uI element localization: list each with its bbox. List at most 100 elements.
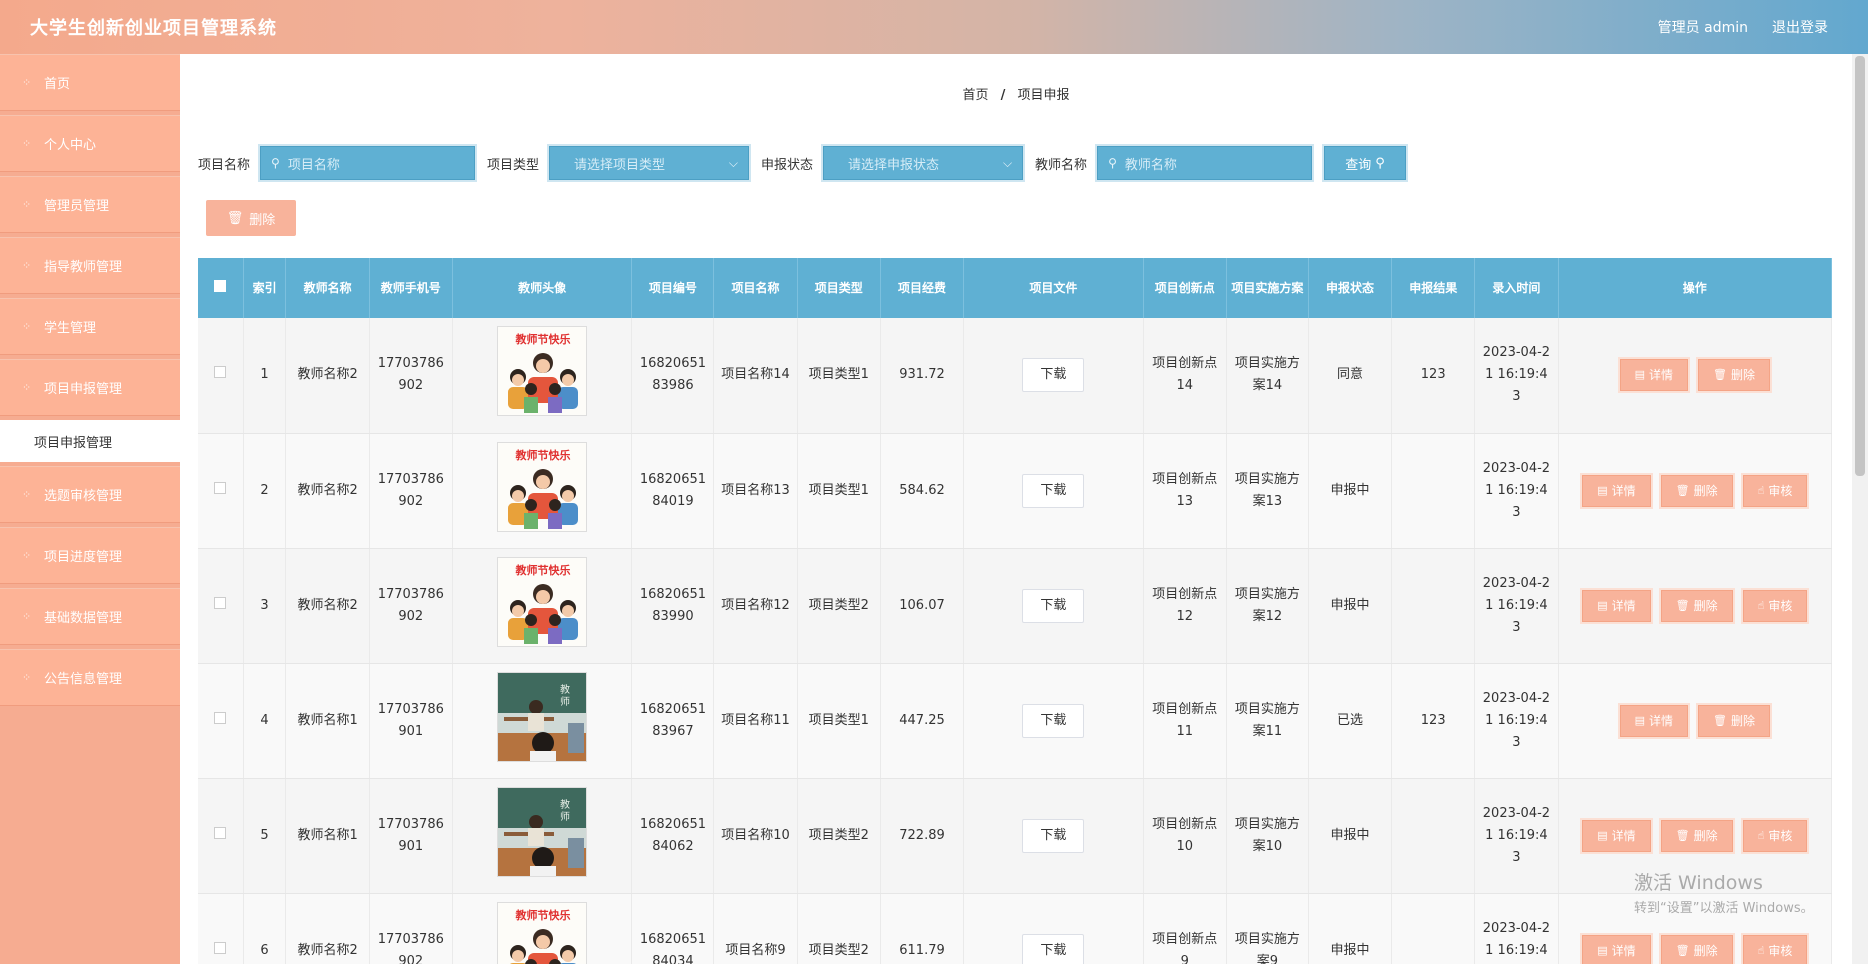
breadcrumb-home[interactable]: 首页 bbox=[962, 88, 988, 103]
review-label: 审核 bbox=[1768, 943, 1793, 958]
row-select-cell[interactable] bbox=[198, 433, 244, 549]
cell-teacher-avatar: 教师节快乐 bbox=[452, 893, 633, 964]
download-button[interactable]: 下载 bbox=[1022, 588, 1085, 623]
row-checkbox[interactable] bbox=[214, 826, 227, 839]
sidebar-item-project-apply[interactable]: ⁘ 项目申报管理 bbox=[0, 359, 180, 416]
download-button[interactable]: 下载 bbox=[1022, 703, 1085, 738]
cell-teacher-phone: 17703786902 bbox=[369, 548, 453, 664]
row-select-cell[interactable] bbox=[198, 778, 244, 894]
cell-entry-time: 2023-04-21 16:19:43 bbox=[1474, 663, 1559, 779]
download-button[interactable]: 下载 bbox=[1022, 358, 1085, 393]
project-type-placeholder: 请选择项目类型 bbox=[574, 157, 666, 173]
col-innovation: 项目创新点 bbox=[1143, 258, 1227, 318]
teacher-avatar-image[interactable]: 教师节快乐 bbox=[497, 556, 588, 647]
cell-result bbox=[1391, 548, 1476, 664]
row-checkbox[interactable] bbox=[214, 711, 227, 724]
row-actions: ▤ 详情 🗑︎ 删除 ☝︎ 审核 bbox=[1565, 819, 1825, 852]
detail-button[interactable]: ▤ 详情 bbox=[1619, 704, 1688, 737]
teacher-avatar-image[interactable]: 教师节快乐 bbox=[497, 326, 588, 417]
batch-delete-label: 删除 bbox=[249, 212, 276, 228]
project-type-label: 项目类型 bbox=[487, 157, 540, 173]
download-button[interactable]: 下载 bbox=[1022, 473, 1085, 508]
logout-link[interactable]: 退出登录 bbox=[1772, 17, 1828, 37]
detail-button[interactable]: ▤ 详情 bbox=[1582, 589, 1651, 622]
delete-button[interactable]: 🗑︎ 删除 bbox=[1660, 819, 1733, 852]
col-project-type: 项目类型 bbox=[797, 258, 881, 318]
cell-teacher-avatar: 教师 bbox=[452, 663, 633, 779]
review-button[interactable]: ☝︎ 审核 bbox=[1742, 589, 1808, 622]
col-teacher-phone: 教师手机号 bbox=[369, 258, 453, 318]
cell-teacher-name: 教师名称2 bbox=[285, 433, 370, 549]
sidebar-item-progress[interactable]: ⁘ 项目进度管理 bbox=[0, 527, 180, 584]
cell-project-type: 项目类型1 bbox=[797, 663, 881, 779]
scrollbar-thumb[interactable] bbox=[1855, 56, 1865, 476]
review-button[interactable]: ☝︎ 审核 bbox=[1742, 474, 1808, 507]
cell-project-type: 项目类型2 bbox=[797, 548, 881, 664]
detail-button[interactable]: ▤ 详情 bbox=[1582, 819, 1651, 852]
row-checkbox[interactable] bbox=[214, 366, 227, 379]
project-name-input[interactable]: ⚲ 项目名称 bbox=[260, 146, 476, 180]
detail-button[interactable]: ▤ 详情 bbox=[1582, 474, 1651, 507]
row-select-cell[interactable] bbox=[198, 893, 244, 964]
teacher-avatar-image[interactable]: 教师节快乐 bbox=[497, 441, 588, 532]
row-checkbox[interactable] bbox=[214, 941, 227, 954]
sidebar-item-teachers[interactable]: ⁘ 指导教师管理 bbox=[0, 237, 180, 294]
col-plan: 项目实施方案 bbox=[1226, 258, 1309, 318]
vertical-scrollbar[interactable] bbox=[1852, 54, 1868, 964]
sidebar-item-admins[interactable]: ⁘ 管理员管理 bbox=[0, 176, 180, 233]
batch-delete-button[interactable]: 🗑︎ 删除 bbox=[206, 200, 296, 236]
select-all-checkbox[interactable] bbox=[214, 280, 227, 292]
detail-button[interactable]: ▤ 详情 bbox=[1582, 934, 1651, 964]
submenu-project-apply[interactable]: 项目申报管理 bbox=[0, 420, 180, 462]
table-row: 4 教师名称1 17703786901 教师 1682065183967 项目名称11 项目… bbox=[198, 663, 1833, 779]
delete-button[interactable]: 🗑︎ 删除 bbox=[1697, 704, 1770, 737]
current-user[interactable]: 管理员 admin bbox=[1658, 17, 1748, 37]
download-button[interactable]: 下载 bbox=[1022, 818, 1085, 853]
sidebar-item-notice[interactable]: ⁘ 公告信息管理 bbox=[0, 649, 180, 706]
project-table: 索引 教师名称 教师手机号 教师头像 项目编号 项目名称 项目类型 项目经费 项… bbox=[198, 258, 1833, 964]
teacher-avatar-image[interactable]: 教师 bbox=[497, 786, 588, 877]
row-actions: ▤ 详情 🗑︎ 删除 bbox=[1565, 359, 1825, 392]
row-select-cell[interactable] bbox=[198, 663, 244, 779]
delete-button[interactable]: 🗑︎ 删除 bbox=[1660, 589, 1733, 622]
delete-button[interactable]: 🗑︎ 删除 bbox=[1660, 474, 1733, 507]
sidebar-item-label: 项目申报管理 bbox=[44, 381, 123, 397]
status-select[interactable]: 请选择申报状态 ⌵ bbox=[823, 146, 1024, 180]
detail-label: 详情 bbox=[1611, 828, 1636, 843]
cell-actions: ▤ 详情 🗑︎ 删除 ☝︎ 审核 bbox=[1558, 548, 1833, 664]
delete-button[interactable]: 🗑︎ 删除 bbox=[1697, 359, 1770, 392]
delete-button[interactable]: 🗑︎ 删除 bbox=[1660, 934, 1733, 964]
cell-project-file: 下载 bbox=[963, 318, 1144, 434]
sidebar-item-profile[interactable]: ⁘ 个人中心 bbox=[0, 115, 180, 172]
review-label: 审核 bbox=[1768, 828, 1793, 843]
row-select-cell[interactable] bbox=[198, 548, 244, 664]
cell-status: 申报中 bbox=[1308, 433, 1393, 549]
menu-icon: ⁘ bbox=[22, 487, 32, 501]
cell-teacher-phone: 17703786902 bbox=[369, 893, 453, 964]
project-type-select[interactable]: 请选择项目类型 ⌵ bbox=[549, 146, 750, 180]
cell-project-fund: 584.62 bbox=[880, 433, 965, 549]
teacher-name-input[interactable]: ⚲ 教师名称 bbox=[1097, 146, 1313, 180]
breadcrumb-current: 项目申报 bbox=[1017, 88, 1070, 103]
thumbs-up-icon: ☝︎ bbox=[1757, 483, 1765, 497]
sidebar-item-home[interactable]: ⁘ 首页 bbox=[0, 54, 180, 111]
row-select-cell[interactable] bbox=[198, 318, 244, 434]
select-all-cell[interactable] bbox=[198, 258, 244, 318]
col-project-file: 项目文件 bbox=[963, 258, 1144, 318]
detail-button[interactable]: ▤ 详情 bbox=[1619, 359, 1688, 392]
row-checkbox[interactable] bbox=[214, 481, 227, 494]
cell-actions: ▤ 详情 🗑︎ 删除 bbox=[1558, 663, 1833, 779]
query-button[interactable]: 查询 ⚲ bbox=[1324, 146, 1407, 180]
row-checkbox[interactable] bbox=[214, 596, 227, 609]
review-button[interactable]: ☝︎ 审核 bbox=[1742, 819, 1808, 852]
cell-project-name: 项目名称9 bbox=[713, 893, 798, 964]
teacher-avatar-image[interactable]: 教师 bbox=[497, 671, 588, 762]
teacher-avatar-image[interactable]: 教师节快乐 bbox=[497, 901, 588, 964]
sidebar-item-topic-review[interactable]: ⁘ 选题审核管理 bbox=[0, 466, 180, 523]
download-button[interactable]: 下载 bbox=[1022, 933, 1085, 964]
sidebar-item-base-data[interactable]: ⁘ 基础数据管理 bbox=[0, 588, 180, 645]
cell-teacher-phone: 17703786901 bbox=[369, 663, 453, 779]
sidebar-item-students[interactable]: ⁘ 学生管理 bbox=[0, 298, 180, 355]
cell-innovation: 项目创新点11 bbox=[1143, 663, 1227, 779]
review-button[interactable]: ☝︎ 审核 bbox=[1742, 934, 1808, 964]
